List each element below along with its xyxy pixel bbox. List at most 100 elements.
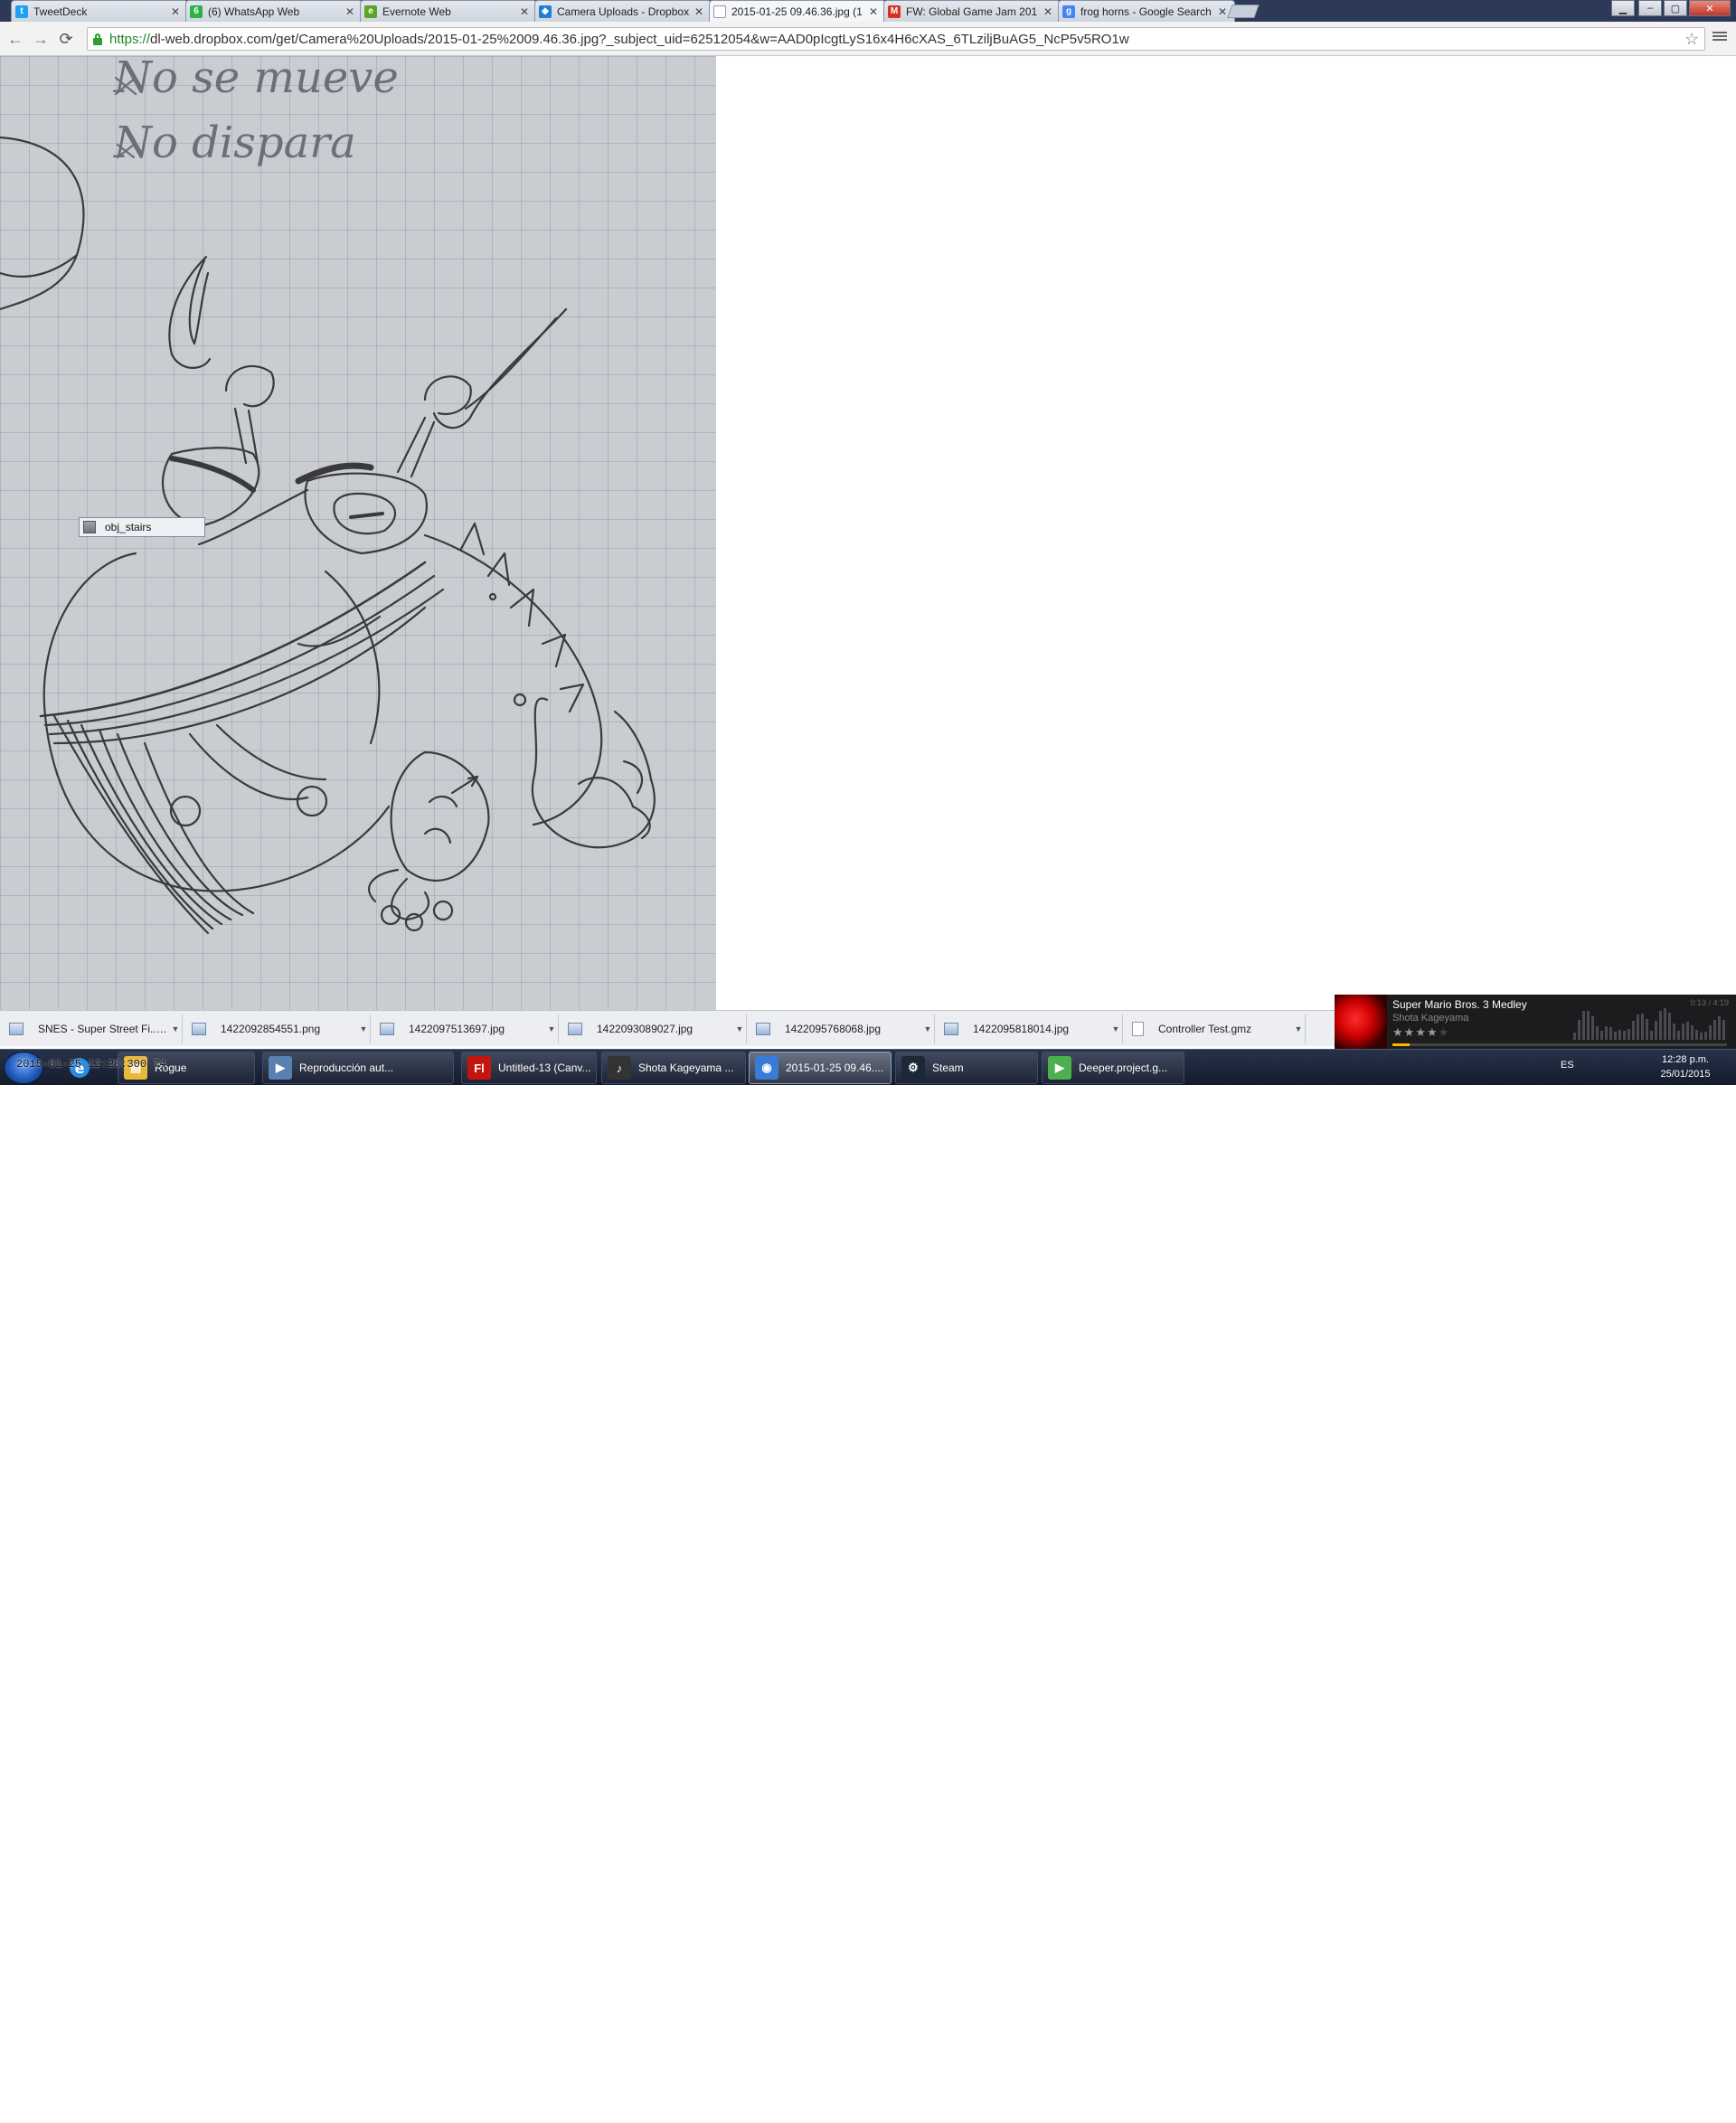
download-menu-chevron-icon[interactable]: ▼ xyxy=(1292,1024,1305,1033)
maximize-button[interactable]: ▢ xyxy=(1664,0,1687,16)
taskbar-item-steam[interactable]: ⚙ Steam xyxy=(895,1052,1038,1084)
tab-title: frog horns - Google Search xyxy=(1080,5,1212,18)
chrome-menu-icon[interactable] xyxy=(1712,30,1727,44)
download-menu-chevron-icon[interactable]: ▼ xyxy=(921,1024,934,1033)
sketch-photo[interactable]: No se mueve No dispara obj_stairs xyxy=(0,56,716,1010)
taskbar-item-music-player[interactable]: ♪ Shota Kageyama ... xyxy=(601,1052,746,1084)
download-menu-chevron-icon[interactable]: ▼ xyxy=(733,1024,746,1033)
tab-evernote[interactable]: e Evernote Web ✕ xyxy=(360,0,537,22)
document-file-icon xyxy=(1132,1022,1144,1036)
minimize-button[interactable]: – xyxy=(1638,0,1662,16)
forward-button[interactable]: → xyxy=(31,29,51,49)
equalizer-bar xyxy=(1600,1031,1603,1040)
close-tab-icon[interactable]: ✕ xyxy=(693,5,705,18)
sketch-note-2: No dispara xyxy=(113,118,356,168)
equalizer-bar xyxy=(1722,1020,1725,1040)
sketch-note-1: No se mueve xyxy=(113,56,399,103)
download-item[interactable]: 1422095768068.jpg ▼ xyxy=(747,1014,935,1043)
tab-twitter[interactable]: t TweetDeck ✕ xyxy=(11,0,188,22)
album-art xyxy=(1335,995,1387,1049)
steam-icon: ⚙ xyxy=(901,1056,925,1080)
twitter-icon: t xyxy=(15,5,28,18)
download-filename: 1422092854551.png xyxy=(221,1023,321,1035)
taskbar-item-label: Reproducción aut... xyxy=(299,1062,394,1074)
tab-google[interactable]: g frog horns - Google Search ✕ xyxy=(1058,0,1235,22)
download-filename: 1422097513697.jpg xyxy=(409,1023,505,1035)
equalizer-bar xyxy=(1637,1014,1639,1040)
download-menu-chevron-icon[interactable]: ▼ xyxy=(545,1024,558,1033)
download-filename: Controller Test.gmz xyxy=(1158,1023,1252,1035)
tab-dropbox[interactable]: ◆ Camera Uploads - Dropbox ✕ xyxy=(534,0,712,22)
taskbar-item-gamemaker[interactable]: ▶ Deeper.project.g... xyxy=(1042,1052,1184,1084)
back-button[interactable]: ← xyxy=(5,29,25,49)
equalizer-bar xyxy=(1718,1016,1721,1040)
download-filename: 1422095768068.jpg xyxy=(785,1023,882,1035)
clock-time: 12:28 p.m. xyxy=(1662,1054,1709,1065)
download-menu-chevron-icon[interactable]: ▼ xyxy=(357,1024,370,1033)
close-tab-icon[interactable]: ✕ xyxy=(169,5,182,18)
download-item[interactable]: 1422093089027.jpg ▼ xyxy=(559,1014,747,1043)
taskbar-item-label: Deeper.project.g... xyxy=(1079,1062,1168,1074)
equalizer-visualizer xyxy=(1573,1008,1725,1040)
system-clock[interactable]: 12:28 p.m. 25/01/2015 xyxy=(1647,1052,1723,1081)
download-menu-chevron-icon[interactable]: ▼ xyxy=(1109,1024,1122,1033)
download-item[interactable]: 1422092854551.png ▼ xyxy=(183,1014,371,1043)
drag-ghost-label: obj_stairs xyxy=(79,517,205,537)
volume-icon[interactable]: 🔈︎ xyxy=(1628,2109,1634,2123)
star-icon[interactable]: ★ xyxy=(1404,1025,1416,1039)
language-indicator[interactable]: ES xyxy=(1561,1060,1574,1071)
tab-page[interactable]: 2015-01-25 09.46.36.jpg (1 ✕ xyxy=(709,0,886,22)
equalizer-bar xyxy=(1623,1031,1626,1040)
taskbar-item-flash[interactable]: Fl Untitled-13 (Canv... xyxy=(461,1052,597,1084)
equalizer-bar xyxy=(1632,1021,1635,1040)
equalizer-bar xyxy=(1641,1014,1644,1040)
show-hidden-icons-button[interactable]: ▲ xyxy=(1586,2109,1597,2122)
equalizer-bar xyxy=(1668,1013,1671,1040)
download-shelf: SNES - Super Street Fi....gif ▼ 1422092854… xyxy=(0,1010,1335,1046)
music-player-icon: ♪ xyxy=(608,1056,631,1080)
close-window-button[interactable]: ✕ xyxy=(1689,0,1731,16)
star-icon[interactable]: ★ xyxy=(1439,1025,1450,1039)
new-tab-button[interactable] xyxy=(1227,5,1260,18)
equalizer-bar xyxy=(1713,1020,1716,1040)
gamemaker-icon: ▶ xyxy=(1048,1056,1071,1080)
track-progress-bar[interactable] xyxy=(1392,1043,1727,1046)
music-widget[interactable]: Super Mario Bros. 3 Medley Shota Kageyam… xyxy=(1335,995,1736,1049)
close-tab-icon[interactable]: ✕ xyxy=(344,5,356,18)
star-icon[interactable]: ★ xyxy=(1427,1025,1439,1039)
download-item[interactable]: SNES - Super Street Fi....gif ▼ xyxy=(0,1014,183,1043)
image-file-icon xyxy=(944,1023,958,1035)
drag-label-text: obj_stairs xyxy=(105,521,152,533)
equalizer-bar xyxy=(1618,1030,1621,1040)
equalizer-bar xyxy=(1655,1021,1657,1040)
equalizer-bar xyxy=(1578,1020,1580,1040)
address-bar[interactable]: https://dl-web.dropbox.com/get/Camera%20… xyxy=(87,27,1705,51)
tab-whatsapp[interactable]: 6 (6) WhatsApp Web ✕ xyxy=(185,0,363,22)
equalizer-bar xyxy=(1646,1019,1648,1040)
close-tab-icon[interactable]: ✕ xyxy=(867,5,880,18)
image-file-icon xyxy=(380,1023,394,1035)
star-icon[interactable]: ★ xyxy=(1415,1025,1427,1039)
rating-stars[interactable]: ★★★★★ xyxy=(1392,1025,1449,1040)
close-tab-icon[interactable]: ✕ xyxy=(1042,5,1054,18)
window-menu-button[interactable]: ▁ xyxy=(1611,0,1635,16)
equalizer-bar xyxy=(1609,1027,1612,1040)
taskbar-item-chrome[interactable]: ◉ 2015-01-25 09.46.... xyxy=(749,1052,892,1084)
download-item[interactable]: 1422097513697.jpg ▼ xyxy=(371,1014,559,1043)
equalizer-bar xyxy=(1704,1032,1707,1040)
taskbar-item-autoplay[interactable]: ▶ Reproducción aut... xyxy=(262,1052,454,1084)
star-icon[interactable]: ★ xyxy=(1392,1025,1404,1039)
image-file-icon xyxy=(192,1023,206,1035)
overlay-timestamp: 2015-01-25 12:28:300 74 xyxy=(16,1058,166,1071)
network-icon[interactable]: ▭ xyxy=(1606,2109,1616,2122)
download-menu-chevron-icon[interactable]: ▼ xyxy=(169,1024,182,1033)
tab-title: FW: Global Game Jam 201 xyxy=(906,5,1038,18)
close-tab-icon[interactable]: ✕ xyxy=(518,5,531,18)
bookmark-star-icon[interactable]: ☆ xyxy=(1684,30,1699,49)
equalizer-bar xyxy=(1659,1011,1662,1040)
equalizer-bar xyxy=(1700,1033,1703,1040)
tab-gmail[interactable]: M FW: Global Game Jam 201 ✕ xyxy=(883,0,1061,22)
download-item[interactable]: Controller Test.gmz ▼ xyxy=(1123,1014,1306,1043)
download-item[interactable]: 1422095818014.jpg ▼ xyxy=(935,1014,1123,1043)
reload-button[interactable]: ⟳ xyxy=(56,29,76,49)
